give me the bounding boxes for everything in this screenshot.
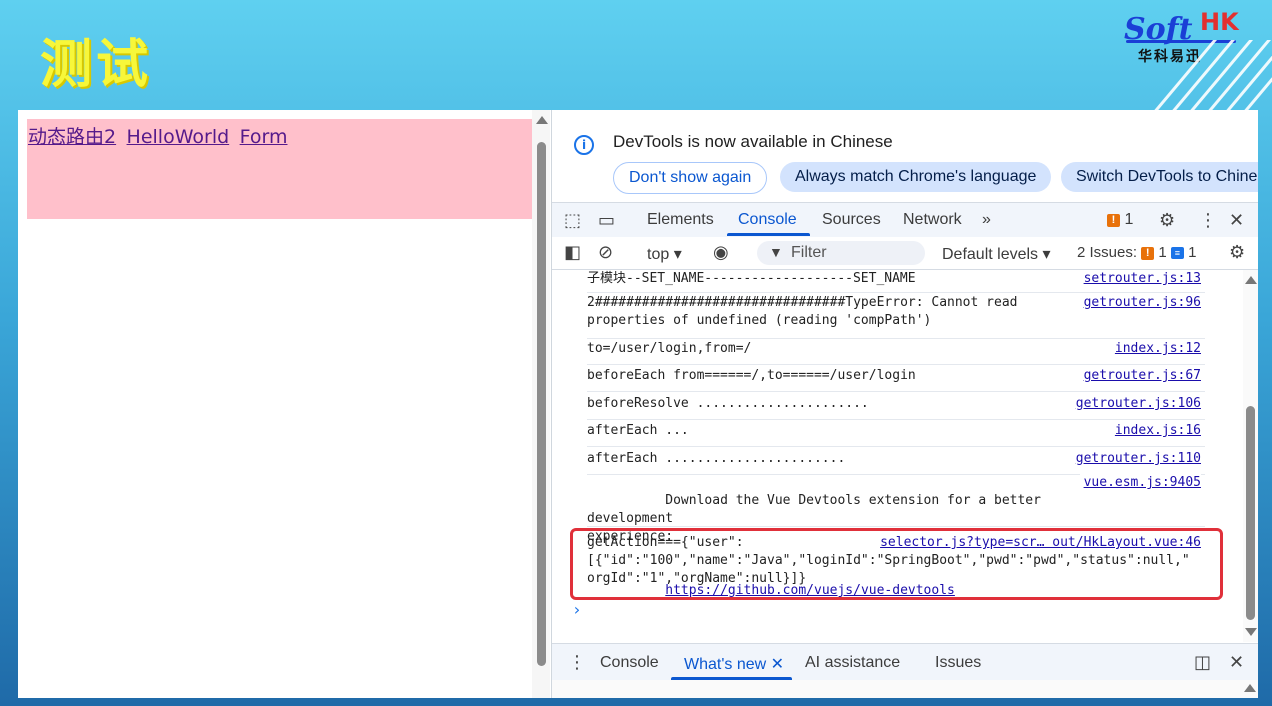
drawer-tab-ai-assistance[interactable]: AI assistance — [805, 654, 900, 672]
link-dynamic-route[interactable]: 动态路由2 — [28, 126, 116, 148]
console-prompt-chevron-icon[interactable]: › — [572, 600, 582, 619]
clear-console-icon[interactable]: ⊘ — [598, 242, 613, 263]
log-source-link[interactable]: setrouter.js:13 — [1079, 270, 1201, 288]
nav-links: 动态路由2 HelloWorld Form — [28, 122, 293, 149]
devtools-drawer-tabbar: ⋮ Console What's new ✕ AI assistance Iss… — [552, 643, 1258, 680]
console-log-row: 子模块--SET_NAME-------------------SET_NAME… — [587, 270, 1205, 293]
inspect-element-icon[interactable]: ⬚ — [564, 210, 581, 231]
console-log-row: afterEach ....................... getrou… — [587, 450, 1205, 475]
console-log-row: beforeEach from======/,to======/user/log… — [587, 367, 1205, 392]
log-message: 2################################TypeErr… — [587, 295, 1018, 328]
filter-funnel-icon: ▼ — [769, 244, 783, 260]
log-source-link[interactable]: index.js:12 — [1110, 340, 1201, 358]
console-log-row: 2################################TypeErr… — [587, 294, 1205, 339]
page-scrollbar[interactable] — [532, 110, 550, 698]
issues-warning-count: 1 — [1158, 244, 1167, 261]
issues-counter-value: 1 — [1124, 211, 1134, 228]
console-log-row: beforeResolve ...................... get… — [587, 395, 1205, 420]
highlight-annotation-box — [570, 528, 1223, 600]
log-source-link[interactable]: vue.esm.js:9405 — [1079, 474, 1201, 492]
log-source-link[interactable]: index.js:16 — [1110, 422, 1201, 440]
drawer-scroll-up-icon[interactable] — [1244, 684, 1256, 692]
warning-badge-icon: ! — [1107, 214, 1120, 227]
switch-to-chinese-button[interactable]: Switch DevTools to Chinese — [1061, 162, 1258, 192]
nav-container: 动态路由2 HelloWorld Form — [27, 119, 532, 219]
devtools-infobar: i DevTools is now available in Chinese D… — [552, 110, 1258, 203]
console-filter-input[interactable]: ▼ Filter — [757, 241, 925, 265]
devtools-panel: i DevTools is now available in Chinese D… — [551, 110, 1258, 698]
dont-show-again-button[interactable]: Don't show again — [613, 162, 768, 194]
live-expression-eye-icon[interactable]: ◉ — [713, 242, 729, 263]
tab-sources[interactable]: Sources — [822, 211, 881, 229]
drawer-tab-console[interactable]: Console — [600, 654, 659, 672]
console-scroll-down-icon[interactable] — [1245, 628, 1257, 636]
drawer-body — [552, 680, 1258, 698]
close-drawer-icon[interactable]: ✕ — [1229, 652, 1244, 673]
log-message: afterEach ....................... — [587, 451, 846, 466]
log-source-link[interactable]: getrouter.js:110 — [1071, 450, 1201, 468]
issues-info-count: 1 — [1188, 244, 1197, 261]
decorative-stripes — [1140, 40, 1272, 110]
console-log-row: to=/user/login,from=/ index.js:12 — [587, 340, 1205, 365]
close-devtools-icon[interactable]: ✕ — [1229, 210, 1244, 231]
drawer-menu-icon[interactable]: ⋮ — [568, 652, 586, 673]
console-log-row: afterEach ... index.js:16 — [587, 422, 1205, 447]
more-tabs-chevron-icon[interactable]: » — [982, 211, 991, 229]
page-scrollbar-thumb[interactable] — [537, 142, 546, 666]
close-tab-icon[interactable]: ✕ — [771, 656, 784, 673]
tab-network[interactable]: Network — [903, 211, 962, 229]
active-tab-indicator — [727, 233, 810, 236]
scroll-up-arrow-icon[interactable] — [536, 116, 548, 124]
info-icon: i — [574, 135, 594, 155]
context-selector-value: top — [647, 246, 670, 263]
log-levels-dropdown[interactable]: Default levels ▾ — [942, 244, 1051, 264]
console-toolbar: ◧ ⊘ top ▾ ◉ ▼ Filter Default levels ▾ 2 … — [552, 237, 1258, 270]
console-scrollbar-thumb[interactable] — [1246, 406, 1255, 620]
log-message: beforeResolve ...................... — [587, 396, 869, 411]
link-form[interactable]: Form — [240, 126, 288, 148]
log-message: to=/user/login,from=/ — [587, 341, 752, 356]
log-message: afterEach ... — [587, 423, 689, 438]
drawer-tab-whats-new-label: What's new — [684, 656, 767, 673]
logo-hk-text: HK — [1200, 8, 1239, 36]
browser-screenshot: 动态路由2 HelloWorld Form i DevTools is now … — [18, 110, 1258, 698]
slide-title: 测试 — [40, 35, 153, 95]
console-log-row: Download the Vue Devtools extension for … — [587, 474, 1205, 598]
drawer-tab-whats-new[interactable]: What's new ✕ — [684, 654, 784, 674]
log-source-link[interactable]: getrouter.js:67 — [1079, 367, 1201, 385]
issues-warning-icon: ! — [1141, 247, 1155, 260]
console-output: 子模块--SET_NAME-------------------SET_NAME… — [552, 270, 1258, 642]
kebab-menu-icon[interactable]: ⋮ — [1199, 210, 1217, 231]
issues-summary-label: 2 Issues: — [1077, 244, 1138, 261]
always-match-language-button[interactable]: Always match Chrome's language — [780, 162, 1052, 192]
log-message: beforeEach from======/,to======/user/log… — [587, 368, 916, 383]
log-source-link[interactable]: getrouter.js:106 — [1071, 395, 1201, 413]
console-scroll-up-icon[interactable] — [1245, 276, 1257, 284]
app-page: 动态路由2 HelloWorld Form — [18, 110, 550, 698]
issues-summary[interactable]: 2 Issues: ! 1 ≡ 1 — [1077, 244, 1196, 261]
console-scrollbar[interactable] — [1243, 270, 1258, 642]
device-toolbar-icon[interactable]: ▭ — [598, 210, 615, 231]
tab-console[interactable]: Console — [738, 211, 797, 229]
infobar-message: DevTools is now available in Chinese — [613, 132, 893, 151]
link-helloworld[interactable]: HelloWorld — [127, 126, 230, 148]
settings-gear-icon[interactable]: ⚙ — [1159, 210, 1175, 231]
log-levels-value: Default levels — [942, 246, 1039, 263]
log-source-link[interactable]: getrouter.js:96 — [1079, 294, 1201, 312]
log-message: 子模块--SET_NAME-------------------SET_NAME — [587, 271, 916, 286]
issues-counter[interactable]: ! 1 — [1107, 211, 1133, 229]
issues-info-icon: ≡ — [1170, 247, 1184, 259]
tab-elements[interactable]: Elements — [647, 211, 714, 229]
context-selector[interactable]: top ▾ — [647, 244, 682, 264]
sidebar-toggle-icon[interactable]: ◧ — [564, 242, 581, 263]
devtools-tabbar: ⬚ ▭ Elements Console Sources Network » !… — [552, 203, 1258, 238]
dock-side-icon[interactable]: ◫ — [1194, 652, 1211, 673]
filter-placeholder: Filter — [791, 244, 827, 261]
console-settings-gear-icon[interactable]: ⚙ — [1229, 242, 1245, 263]
drawer-tab-issues[interactable]: Issues — [935, 654, 981, 672]
